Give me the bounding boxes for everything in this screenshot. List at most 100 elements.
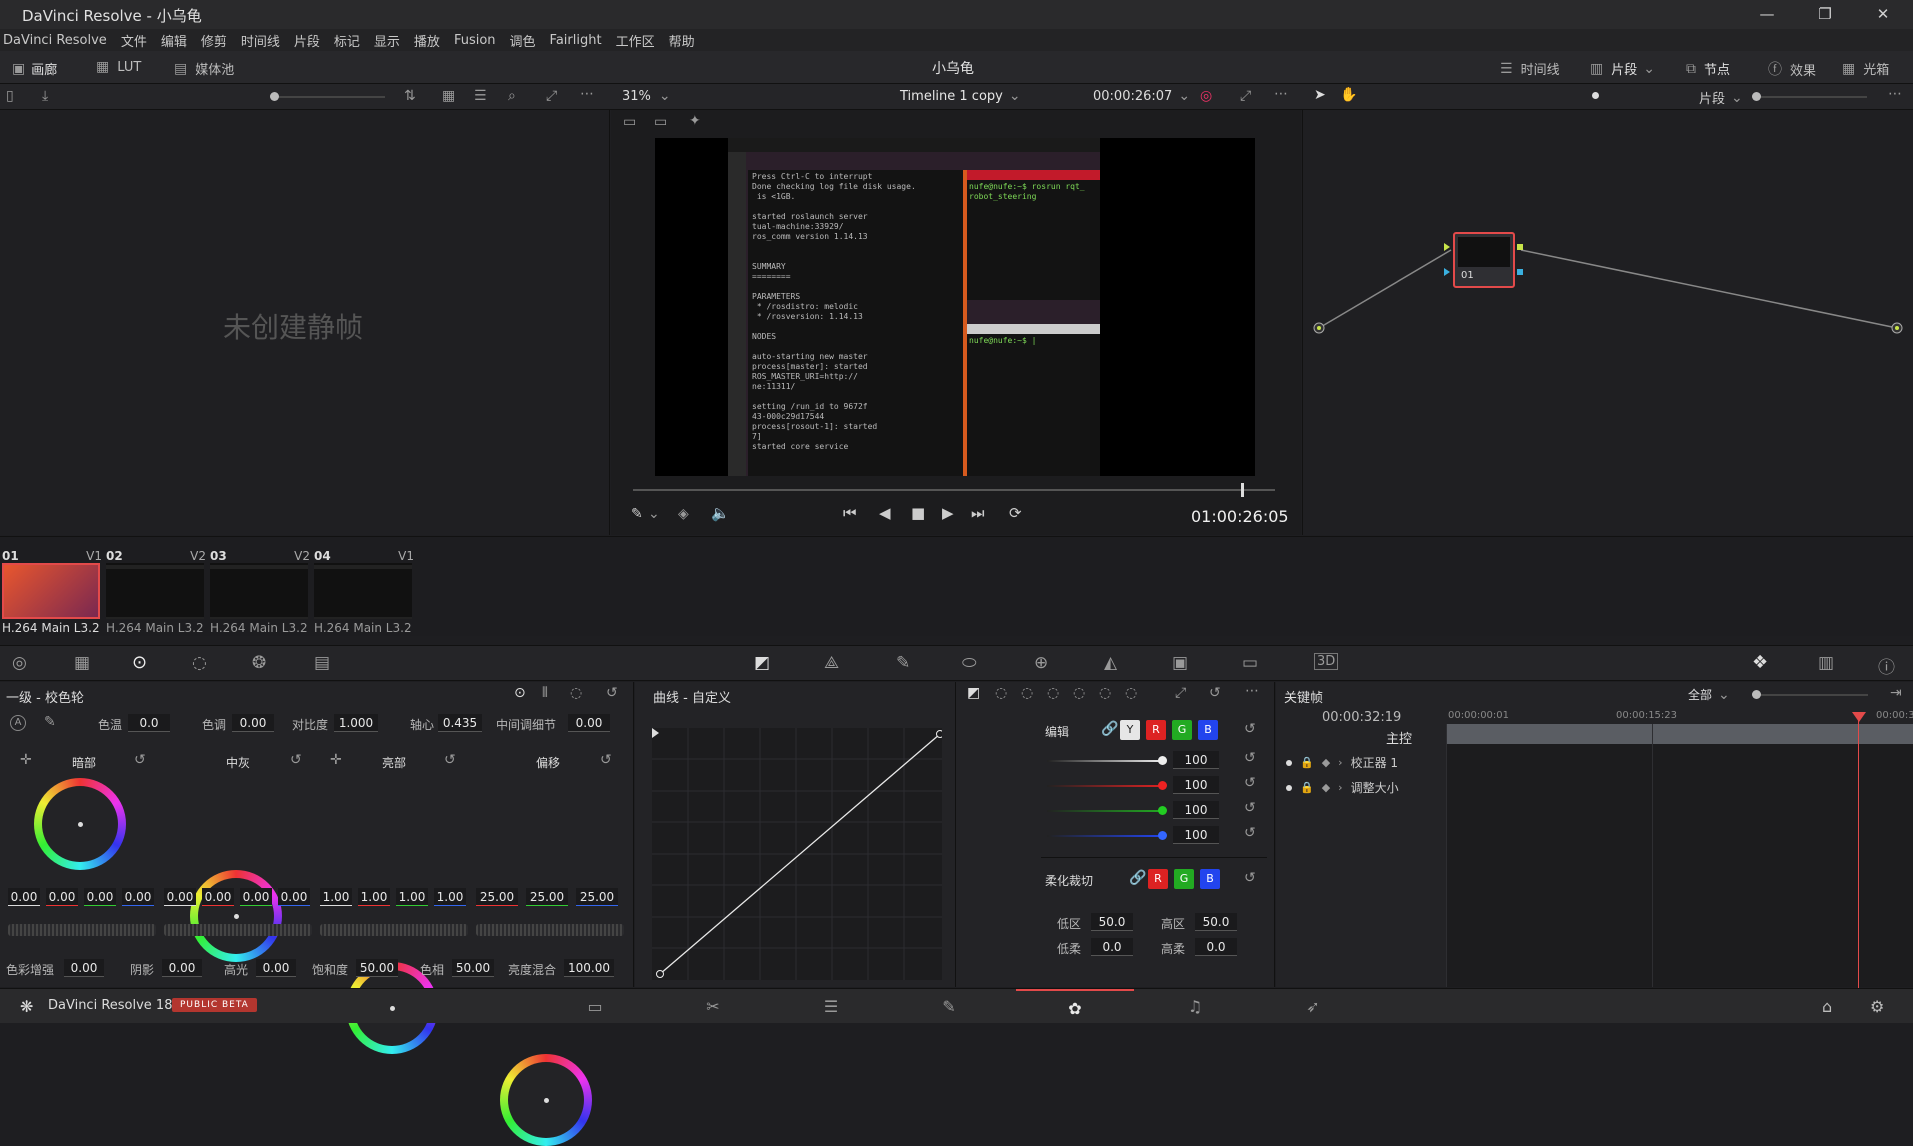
keyframe-ruler[interactable]: 00:00:00:01 00:00:15:23 00:00:31: [1446, 710, 1913, 724]
sort-icon[interactable]: ⇅ [404, 88, 416, 104]
reset-icon[interactable]: ↺ [1244, 870, 1256, 886]
close-button[interactable]: ✕ [1854, 0, 1912, 29]
lum-vs-sat-icon[interactable]: ◌ [1073, 685, 1085, 701]
import-icon[interactable]: ⤓ [42, 88, 48, 104]
clip-item[interactable]: 01 V1 H.264 Main L3.2 [2, 549, 102, 635]
gain-r-field[interactable]: 1.00 [358, 888, 390, 906]
magic-wand-icon[interactable]: ✦ [689, 113, 701, 129]
gamma-y-field[interactable]: 0.00 [164, 888, 196, 906]
color-warper-icon[interactable]: ⟁ [824, 653, 839, 673]
minimize-button[interactable]: — [1738, 0, 1796, 29]
pivot-field[interactable]: 0.435 [438, 714, 482, 732]
camera-raw-icon[interactable]: ◎ [12, 653, 27, 673]
log-mode-icon[interactable]: ◌ [570, 685, 582, 701]
lock-icon[interactable]: 🔒 [1300, 756, 1314, 769]
lock-icon[interactable]: 🔒 [1300, 781, 1314, 794]
keyframes-icon[interactable]: ❖ [1752, 652, 1768, 673]
channel-g-button[interactable]: G [1172, 720, 1192, 740]
lut-button[interactable]: ▦ LUT [96, 59, 141, 75]
layers-icon[interactable]: ◈ [678, 506, 689, 522]
reset-icon[interactable]: ↺ [606, 685, 618, 701]
link-icon[interactable]: 🔗 [1129, 870, 1146, 886]
diamond-icon[interactable]: ◆ [1322, 781, 1330, 794]
saturation-field[interactable]: 50.00 [356, 959, 398, 977]
gain-master-slider[interactable] [320, 924, 468, 936]
high-field[interactable]: 50.0 [1195, 913, 1237, 931]
curves-icon[interactable]: ◩ [754, 653, 770, 673]
edit-page-icon[interactable]: ☰ [772, 989, 890, 1024]
lift-y-field[interactable]: 0.00 [8, 888, 40, 906]
go-first-icon[interactable]: ⏮ [843, 504, 857, 522]
play-reverse-icon[interactable]: ◀ [879, 504, 891, 522]
r-intensity-slider[interactable] [1047, 781, 1167, 790]
deliver-page-icon[interactable]: ➶ [1254, 989, 1372, 1024]
home-icon[interactable]: ⌂ [1822, 997, 1832, 1016]
g-intensity-slider[interactable] [1047, 806, 1167, 815]
keyframe-filter-dropdown[interactable]: 全部 ⌄ [1688, 686, 1730, 703]
color-picker-icon[interactable]: ◎ [1200, 88, 1212, 104]
middetail-field[interactable]: 0.00 [568, 714, 610, 732]
gamma-r-field[interactable]: 0.00 [202, 888, 234, 906]
eyedropper-icon[interactable]: ✎ [44, 714, 56, 730]
g-intensity-field[interactable]: 100 [1173, 801, 1219, 819]
gain-g-field[interactable]: 1.00 [396, 888, 428, 906]
softclip-b-button[interactable]: B [1200, 869, 1220, 889]
hue-vs-sat-icon[interactable]: ◌ [1021, 685, 1033, 701]
timecode-dropdown[interactable]: 00:00:26:07 ⌄ [1093, 88, 1190, 104]
channel-y-button[interactable]: Y [1120, 720, 1140, 740]
reset-icon[interactable]: ↺ [1244, 800, 1256, 816]
window-icon[interactable]: ⬭ [962, 653, 977, 673]
menu-fairlight[interactable]: Fairlight [550, 33, 602, 48]
diamond-icon[interactable]: ◆ [1322, 756, 1330, 769]
clip-item[interactable]: 02 V2 H.264 Main L3.2 [106, 549, 206, 635]
blur-icon[interactable]: ▣ [1172, 653, 1188, 673]
page-dot-icon[interactable] [1592, 92, 1599, 99]
node-key-input-icon[interactable] [1444, 268, 1450, 276]
color-match-icon[interactable]: ▦ [74, 653, 90, 673]
reset-icon[interactable]: ↺ [290, 752, 302, 768]
y-intensity-field[interactable]: 100 [1173, 751, 1219, 769]
more-options-icon[interactable]: ⋯ [1245, 683, 1259, 699]
go-last-icon[interactable]: ⏭ [971, 504, 985, 522]
keyframe-track-row[interactable]: 🔒 ◆ › 调整大小 [1286, 779, 1399, 796]
motion-effects-icon[interactable]: ▤ [314, 653, 330, 673]
lift-r-field[interactable]: 0.00 [46, 888, 78, 906]
highsoft-field[interactable]: 0.0 [1195, 938, 1237, 956]
grid-view-icon[interactable]: ▦ [442, 88, 455, 104]
single-viewer-icon[interactable]: ▭ [623, 114, 636, 130]
qualifier-icon[interactable]: ✎ [896, 653, 910, 673]
crosshair-icon[interactable]: ✛ [330, 752, 342, 768]
reset-icon[interactable]: ↺ [444, 752, 456, 768]
keyframe-track-area[interactable] [1446, 712, 1913, 988]
cut-page-icon[interactable]: ✂ [654, 989, 772, 1024]
reset-icon[interactable]: ↺ [134, 752, 146, 768]
auto-balance-icon[interactable]: A [10, 715, 26, 731]
curve-graph[interactable] [652, 728, 942, 980]
fusion-page-icon[interactable]: ✎ [890, 989, 1008, 1024]
gear-icon[interactable]: ⚙ [1870, 997, 1884, 1016]
reset-icon[interactable]: ↺ [1244, 750, 1256, 766]
hue-field[interactable]: 50.00 [452, 959, 494, 977]
channel-b-button[interactable]: B [1198, 720, 1218, 740]
list-view-icon[interactable]: ☰ [474, 88, 487, 104]
custom-curve-icon[interactable]: ◩ [967, 685, 980, 701]
playhead[interactable] [1241, 483, 1244, 497]
menu-timeline[interactable]: 时间线 [241, 31, 280, 50]
link-icon[interactable]: 🔗 [1101, 721, 1118, 737]
gain-b-field[interactable]: 1.00 [434, 888, 466, 906]
color-wheels-icon[interactable]: ⊙ [132, 652, 147, 673]
panel-toggle-icon[interactable]: ▯ [6, 88, 14, 104]
rgb-mixer-icon[interactable]: ❂ [252, 653, 266, 673]
color-page-icon[interactable]: ✿ [1016, 989, 1134, 1024]
media-page-icon[interactable]: ▭ [536, 989, 654, 1024]
gamma-wheel[interactable] [190, 870, 282, 962]
reset-icon[interactable]: ↺ [1244, 775, 1256, 791]
zoom-dropdown[interactable]: 31% ⌄ [622, 88, 671, 104]
tint-field[interactable]: 0.00 [232, 714, 274, 732]
temp-field[interactable]: 0.0 [128, 714, 170, 732]
search-icon[interactable]: ⌕ [508, 88, 516, 104]
contrast-field[interactable]: 1.000 [334, 714, 378, 732]
lift-g-field[interactable]: 0.00 [84, 888, 116, 906]
lift-master-slider[interactable] [8, 924, 156, 936]
menu-davinci[interactable]: DaVinci Resolve [3, 33, 107, 48]
